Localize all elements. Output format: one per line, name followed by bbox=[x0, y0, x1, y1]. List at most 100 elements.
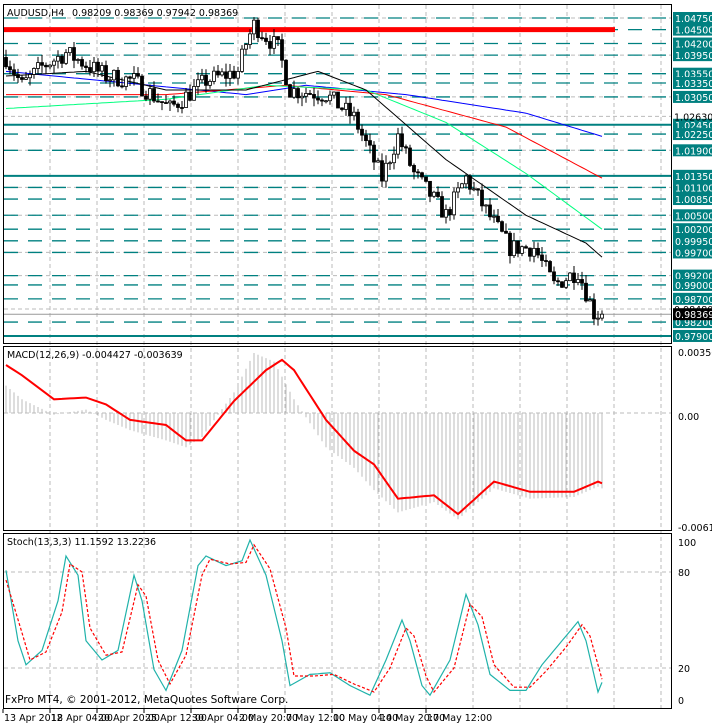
bull-candle bbox=[132, 73, 136, 79]
bull-candle bbox=[600, 313, 604, 319]
bear-candle bbox=[428, 180, 432, 197]
macd-label: MACD(12,26,9) -0.004427 -0.003639 bbox=[7, 350, 183, 361]
bear-candle bbox=[560, 281, 564, 288]
price-tag: 0.99000 bbox=[675, 281, 712, 292]
bear-candle bbox=[84, 65, 88, 68]
bull-candle bbox=[532, 247, 536, 257]
bear-candle bbox=[436, 191, 440, 197]
price-tag: 1.01900 bbox=[675, 146, 712, 157]
price-tag: 1.01100 bbox=[675, 183, 712, 194]
bear-candle bbox=[128, 76, 132, 79]
bull-candle bbox=[240, 48, 244, 72]
macd-panel: 0.003569 0.00 -0.00616 bbox=[5, 348, 712, 534]
price-tag: 1.01350 bbox=[675, 172, 712, 183]
bull-candle bbox=[228, 70, 232, 79]
bear-candle bbox=[476, 188, 480, 191]
bear-candle bbox=[580, 279, 584, 284]
bull-candle bbox=[464, 175, 468, 185]
bear-candle bbox=[416, 171, 420, 174]
time-axis: 13 Apr 201218 Apr 04:0020 Apr 20:0025 Ap… bbox=[2, 709, 492, 724]
bear-candle bbox=[552, 271, 556, 282]
bull-candle bbox=[220, 71, 224, 76]
price-tag: 0.99950 bbox=[675, 237, 712, 248]
bull-candle bbox=[236, 71, 240, 79]
bull-candle bbox=[112, 69, 116, 81]
bull-candle bbox=[108, 79, 112, 82]
bull-candle bbox=[520, 246, 524, 254]
bear-candle bbox=[368, 140, 372, 146]
bear-candle bbox=[592, 299, 596, 320]
bear-candle bbox=[8, 66, 12, 71]
bear-candle bbox=[16, 74, 20, 78]
bear-candle bbox=[340, 107, 344, 110]
bear-candle bbox=[44, 64, 48, 68]
price-tag: 1.03950 bbox=[675, 51, 712, 62]
bull-candle bbox=[48, 64, 52, 68]
bull-candle bbox=[328, 94, 332, 102]
bear-candle bbox=[548, 261, 552, 273]
bear-candle bbox=[144, 95, 148, 100]
bear-candle bbox=[268, 41, 272, 49]
bear-candle bbox=[468, 175, 472, 190]
bull-candle bbox=[432, 191, 436, 197]
bear-candle bbox=[4, 57, 8, 68]
bull-candle bbox=[244, 44, 248, 50]
bull-candle bbox=[352, 111, 356, 117]
bull-candle bbox=[452, 191, 456, 216]
ma-blue-line bbox=[5, 70, 603, 137]
bull-candle bbox=[576, 279, 580, 283]
bull-candle bbox=[64, 52, 68, 64]
bull-candle bbox=[396, 133, 400, 155]
bear-candle bbox=[448, 209, 452, 216]
bull-candle bbox=[200, 74, 204, 81]
bear-candle bbox=[400, 133, 404, 148]
bull-candle bbox=[148, 88, 152, 100]
bull-candle bbox=[588, 299, 592, 302]
bear-candle bbox=[104, 65, 108, 82]
bull-candle bbox=[472, 188, 476, 191]
price-tag: 1.00850 bbox=[675, 195, 712, 206]
bull-candle bbox=[376, 160, 380, 163]
bull-candle bbox=[564, 280, 568, 288]
bull-candle bbox=[304, 93, 308, 97]
price-tag: 1.03350 bbox=[675, 79, 712, 90]
macd-axis-label: 0.00 bbox=[678, 412, 699, 423]
bull-candle bbox=[52, 60, 56, 66]
stoch-axis-label: 100 bbox=[678, 538, 696, 549]
bear-candle bbox=[160, 101, 164, 103]
bull-candle bbox=[168, 100, 172, 104]
bear-candle bbox=[348, 102, 352, 117]
price-tag: 1.04500 bbox=[675, 26, 712, 37]
bear-candle bbox=[504, 230, 508, 234]
bull-candle bbox=[444, 209, 448, 218]
bull-candle bbox=[300, 95, 304, 99]
bull-candle bbox=[332, 91, 336, 96]
bull-candle bbox=[324, 100, 328, 103]
bear-candle bbox=[404, 146, 408, 149]
stoch-axis-label: 80 bbox=[678, 568, 690, 579]
bear-candle bbox=[20, 77, 24, 80]
stoch-main-line bbox=[5, 538, 603, 697]
bear-candle bbox=[308, 93, 312, 95]
bull-candle bbox=[24, 77, 28, 80]
bear-candle bbox=[152, 88, 156, 102]
bear-candle bbox=[312, 94, 316, 99]
bear-candle bbox=[528, 247, 532, 257]
bear-candle bbox=[420, 172, 424, 178]
mt4-chart[interactable]: 0.0035690.00-0.00616 10080200 1.047501.0… bbox=[0, 0, 712, 724]
bear-candle bbox=[156, 100, 160, 103]
bear-candle bbox=[116, 69, 120, 87]
bear-candle bbox=[440, 196, 444, 218]
bear-candle bbox=[372, 144, 376, 163]
bear-candle bbox=[164, 102, 168, 104]
bull-candle bbox=[392, 153, 396, 164]
bear-candle bbox=[516, 240, 520, 254]
bull-candle bbox=[248, 33, 252, 45]
bear-candle bbox=[408, 147, 412, 166]
bull-candle bbox=[484, 204, 488, 207]
bear-candle bbox=[336, 91, 340, 109]
bull-candle bbox=[212, 70, 216, 82]
bear-candle bbox=[480, 189, 484, 207]
bear-candle bbox=[288, 84, 292, 98]
bear-candle bbox=[224, 71, 228, 79]
